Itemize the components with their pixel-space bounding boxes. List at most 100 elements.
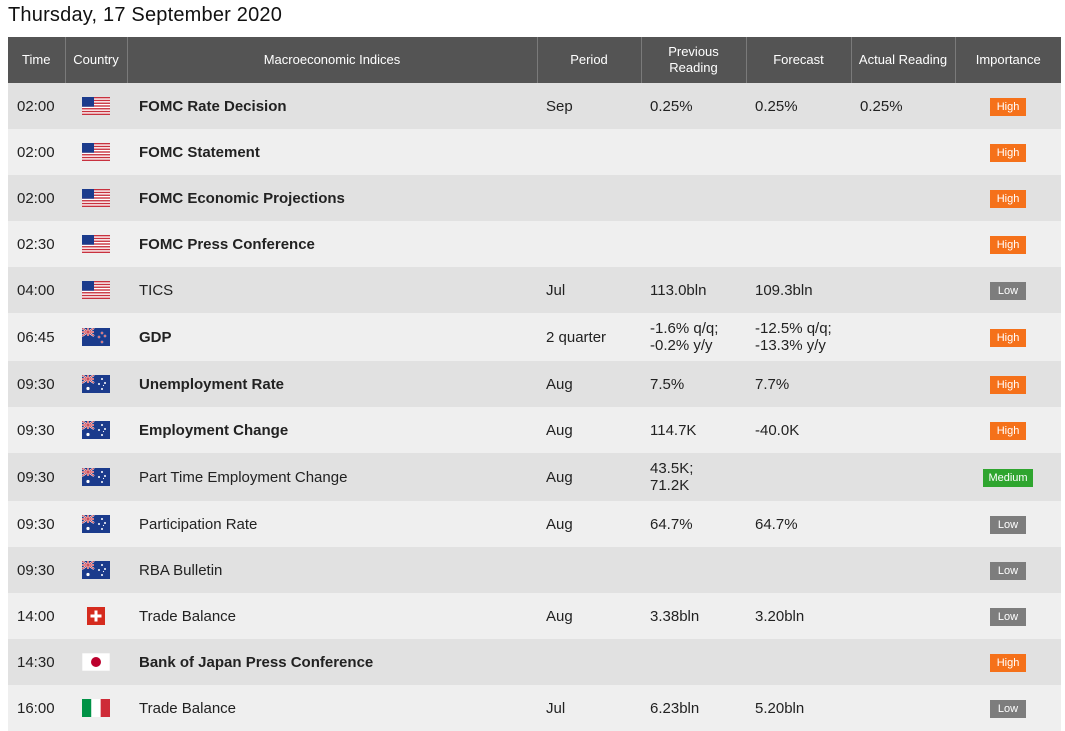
event-period: Jul bbox=[537, 267, 641, 313]
actual-reading bbox=[851, 501, 955, 547]
table-row[interactable]: 02:00 FOMC Economic Projections High bbox=[8, 175, 1061, 221]
header-importance[interactable]: Importance bbox=[954, 37, 1061, 83]
header-time[interactable]: Time bbox=[8, 37, 65, 83]
economic-calendar-table: Time Country Macroeconomic Indices Perio… bbox=[8, 37, 1061, 731]
event-period bbox=[537, 547, 641, 593]
event-name[interactable]: Part Time Employment Change bbox=[127, 453, 537, 501]
event-name[interactable]: FOMC Statement bbox=[127, 129, 537, 175]
table-row[interactable]: 02:00 FOMC Statement High bbox=[8, 129, 1061, 175]
importance-badge: High bbox=[990, 653, 1026, 672]
header-previous-reading[interactable]: Previous Reading bbox=[640, 37, 746, 83]
nz-flag-icon bbox=[81, 327, 110, 347]
event-period: Aug bbox=[537, 453, 641, 501]
importance-badge: High bbox=[990, 328, 1026, 347]
table-row[interactable]: 09:30 RBA Bulletin Low bbox=[8, 547, 1061, 593]
event-period: Aug bbox=[537, 361, 641, 407]
importance-cell: High bbox=[955, 221, 1061, 267]
forecast-line1: -12.5% q/q; bbox=[755, 320, 832, 337]
forecast-value bbox=[746, 547, 851, 593]
importance-badge: High bbox=[990, 235, 1026, 254]
ch-flag-icon bbox=[82, 607, 110, 626]
au-flag-icon bbox=[81, 420, 110, 440]
event-time: 14:30 bbox=[8, 639, 65, 685]
event-name[interactable]: Trade Balance bbox=[127, 685, 537, 731]
table-row[interactable]: 14:30 Bank of Japan Press Conference High bbox=[8, 639, 1061, 685]
event-name[interactable]: FOMC Press Conference bbox=[127, 221, 537, 267]
forecast-line1: -40.0K bbox=[755, 421, 800, 439]
au-flag-icon bbox=[81, 514, 110, 534]
event-time: 09:30 bbox=[8, 361, 65, 407]
event-name[interactable]: Bank of Japan Press Conference bbox=[127, 639, 537, 685]
table-row[interactable]: 02:30 FOMC Press Conference High bbox=[8, 221, 1061, 267]
table-row[interactable]: 16:00 Trade Balance Jul 6.23bln 5.20bln Low bbox=[8, 685, 1061, 731]
previous-reading bbox=[641, 221, 746, 267]
previous-reading bbox=[641, 547, 746, 593]
table-row[interactable]: 09:30 Unemployment Rate Aug 7.5% 7.7% High bbox=[8, 361, 1061, 407]
forecast-value bbox=[746, 129, 851, 175]
table-row[interactable]: 02:00 FOMC Rate Decision Sep 0.25% 0.25% 0.25… bbox=[8, 83, 1061, 129]
country-cell bbox=[65, 129, 127, 175]
header-forecast[interactable]: Forecast bbox=[745, 37, 851, 83]
header-country[interactable]: Country bbox=[64, 37, 127, 83]
previous-reading: 64.7% bbox=[641, 501, 746, 547]
importance-cell: Low bbox=[955, 593, 1061, 639]
table-row[interactable]: 09:30 Part Time Employment Change Aug 43.5K… bbox=[8, 453, 1061, 501]
country-cell bbox=[65, 639, 127, 685]
actual-reading bbox=[851, 129, 955, 175]
us-flag-icon bbox=[82, 235, 110, 254]
event-name[interactable]: TICS bbox=[127, 267, 537, 313]
previous-line1: 113.0bln bbox=[650, 281, 707, 299]
country-cell bbox=[65, 407, 127, 453]
country-cell bbox=[65, 593, 127, 639]
importance-cell: High bbox=[955, 129, 1061, 175]
importance-cell: Low bbox=[955, 685, 1061, 731]
previous-reading: 43.5K; 71.2K bbox=[641, 453, 746, 501]
table-row[interactable]: 09:30 Employment Change Aug 114.7K -40.0K Hig… bbox=[8, 407, 1061, 453]
event-time: 14:00 bbox=[8, 593, 65, 639]
header-previous-line2: Reading bbox=[669, 60, 718, 75]
forecast-line1: 0.25% bbox=[755, 97, 798, 115]
forecast-value bbox=[746, 453, 851, 501]
event-period: Sep bbox=[537, 83, 641, 129]
us-flag-icon bbox=[82, 143, 110, 162]
importance-cell: Low bbox=[955, 267, 1061, 313]
event-time: 09:30 bbox=[8, 407, 65, 453]
event-name[interactable]: Participation Rate bbox=[127, 501, 537, 547]
table-row[interactable]: 09:30 Participation Rate Aug 64.7% 64.7% Low bbox=[8, 501, 1061, 547]
importance-badge: Low bbox=[990, 281, 1026, 300]
event-name[interactable]: Unemployment Rate bbox=[127, 361, 537, 407]
forecast-value: 7.7% bbox=[746, 361, 851, 407]
forecast-value: -40.0K bbox=[746, 407, 851, 453]
table-row[interactable]: 14:00 Trade Balance Aug 3.38bln 3.20bln Low bbox=[8, 593, 1061, 639]
event-name[interactable]: Employment Change bbox=[127, 407, 537, 453]
event-name[interactable]: RBA Bulletin bbox=[127, 547, 537, 593]
importance-badge: Low bbox=[990, 561, 1026, 580]
previous-line1: 114.7K bbox=[650, 421, 697, 439]
event-name[interactable]: Trade Balance bbox=[127, 593, 537, 639]
header-actual-reading[interactable]: Actual Reading bbox=[850, 37, 955, 83]
country-cell bbox=[65, 221, 127, 267]
importance-cell: High bbox=[955, 361, 1061, 407]
actual-reading bbox=[851, 639, 955, 685]
forecast-line1: 64.7% bbox=[755, 515, 798, 533]
event-name[interactable]: FOMC Rate Decision bbox=[127, 83, 537, 129]
table-row[interactable]: 04:00 TICS Jul 113.0bln 109.3bln Low bbox=[8, 267, 1061, 313]
previous-line1: 6.23bln bbox=[650, 699, 700, 717]
event-name[interactable]: GDP bbox=[127, 313, 537, 361]
previous-line1: 3.38bln bbox=[650, 607, 700, 625]
table-row[interactable]: 06:45 GDP 2 quarter -1.6% q/q; -0.2% y/y -12.… bbox=[8, 313, 1061, 361]
event-name[interactable]: FOMC Economic Projections bbox=[127, 175, 537, 221]
event-period bbox=[537, 175, 641, 221]
importance-cell: High bbox=[955, 407, 1061, 453]
forecast-value bbox=[746, 639, 851, 685]
actual-reading: 0.25% bbox=[851, 83, 955, 129]
forecast-value bbox=[746, 221, 851, 267]
forecast-value: 109.3bln bbox=[746, 267, 851, 313]
header-indices[interactable]: Macroeconomic Indices bbox=[126, 37, 537, 83]
importance-cell: High bbox=[955, 83, 1061, 129]
header-period[interactable]: Period bbox=[536, 37, 641, 83]
forecast-line1: 109.3bln bbox=[755, 281, 813, 299]
importance-badge: Low bbox=[990, 515, 1026, 534]
country-cell bbox=[65, 547, 127, 593]
forecast-line2: -13.3% y/y bbox=[755, 337, 826, 354]
